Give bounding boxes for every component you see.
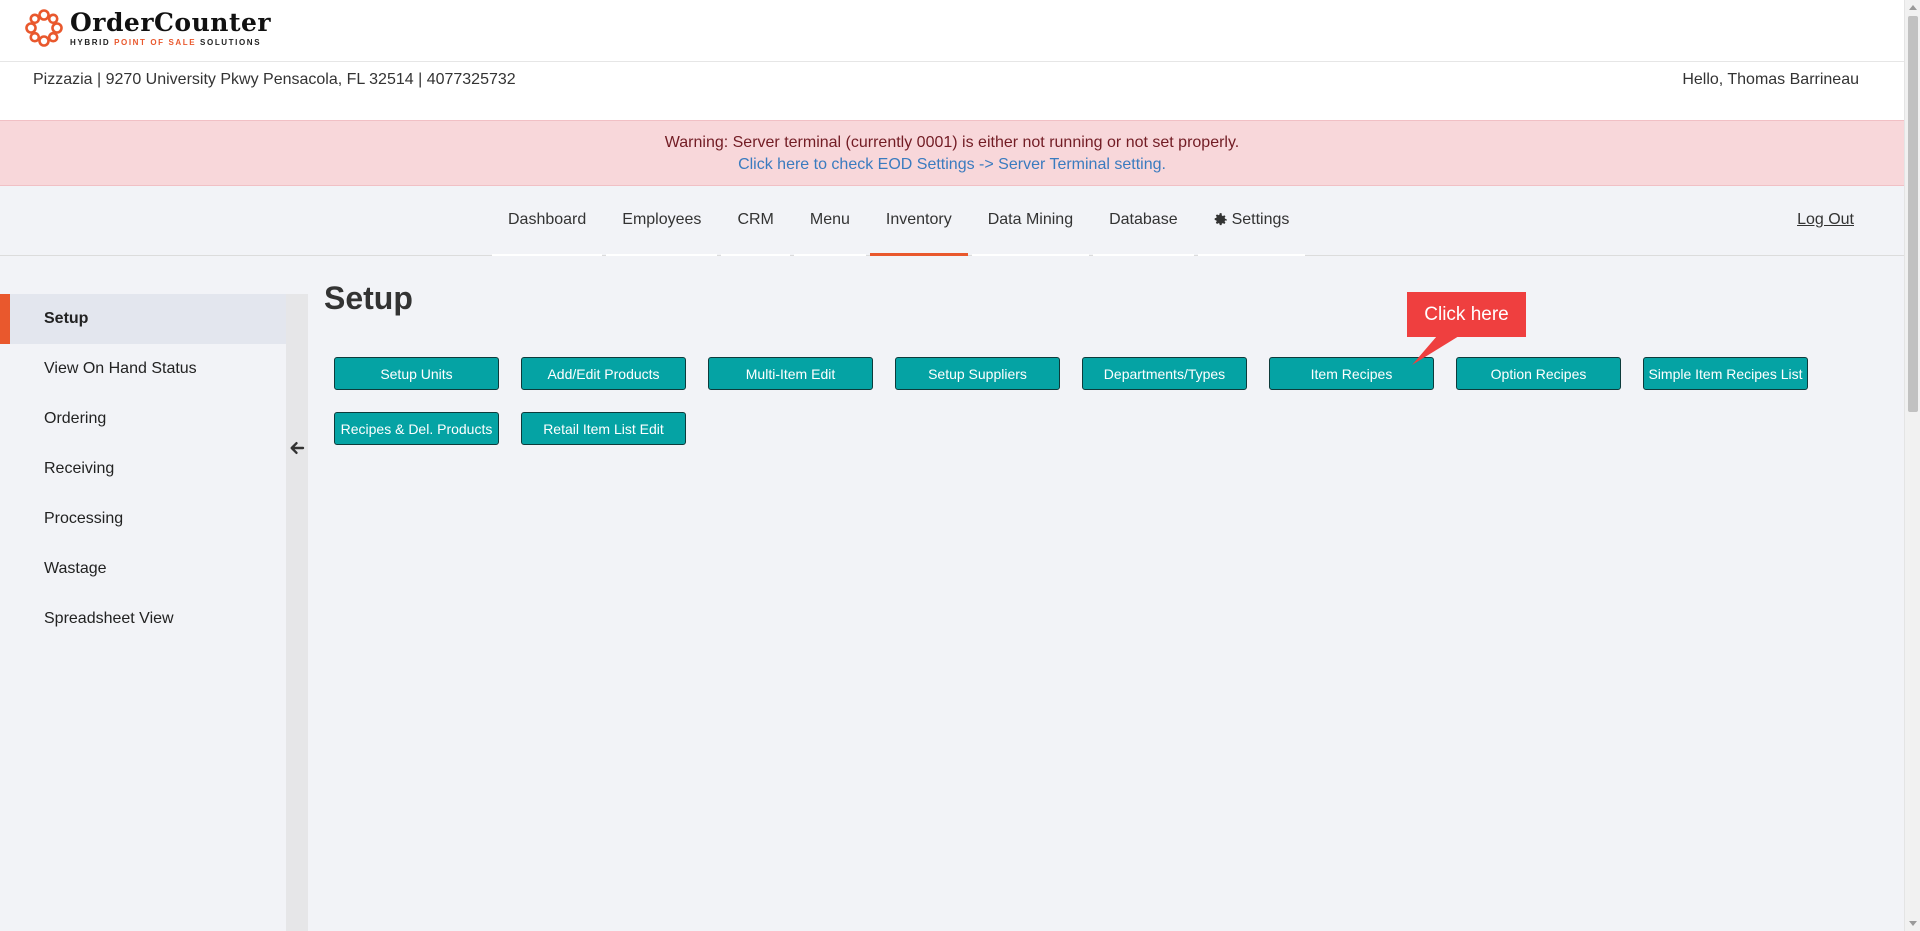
sidebar-collapse-strip[interactable]	[286, 294, 308, 931]
store-info-bar: Pizzazia | 9270 University Pkwy Pensacol…	[0, 62, 1904, 120]
page-scrollbar[interactable]	[1904, 0, 1920, 931]
inventory-sidebar: Setup View On Hand Status Ordering Recei…	[0, 294, 286, 931]
nav-inventory[interactable]: Inventory	[869, 186, 968, 256]
click-here-callout: Click here	[1407, 292, 1526, 337]
callout-pointer	[1412, 336, 1459, 365]
simple-item-recipes-list-button[interactable]: Simple Item Recipes List	[1643, 357, 1808, 390]
main-nav: Dashboard Employees CRM Menu Inventory D…	[0, 186, 1904, 256]
logo-mark-icon	[25, 9, 63, 47]
departments-types-button[interactable]: Departments/Types	[1082, 357, 1247, 390]
sidebar-item-wastage[interactable]: Wastage	[0, 544, 286, 594]
scroll-up-arrow-icon[interactable]	[1909, 5, 1917, 10]
sidebar-item-processing[interactable]: Processing	[0, 494, 286, 544]
gear-icon	[1214, 213, 1227, 226]
logo-tagline: HYBRID POINT OF SALE SOLUTIONS	[70, 37, 262, 47]
setup-suppliers-button[interactable]: Setup Suppliers	[895, 357, 1060, 390]
store-info: Pizzazia | 9270 University Pkwy Pensacol…	[33, 71, 516, 88]
page-title: Setup	[324, 280, 413, 316]
ordercounter-logo[interactable]: OrderCounter HYBRID POINT OF SALE SOLUTI…	[24, 4, 271, 52]
nav-database[interactable]: Database	[1093, 186, 1194, 256]
add-edit-products-button[interactable]: Add/Edit Products	[521, 357, 686, 390]
nav-crm[interactable]: CRM	[721, 186, 790, 256]
nav-menu[interactable]: Menu	[793, 186, 866, 256]
sidebar-item-spreadsheet-view[interactable]: Spreadsheet View	[0, 594, 286, 644]
server-warning-banner: Warning: Server terminal (currently 0001…	[0, 120, 1904, 186]
nav-employees[interactable]: Employees	[606, 186, 718, 256]
logo-wordmark: OrderCounter	[70, 7, 272, 37]
arrow-left-icon[interactable]	[289, 440, 305, 456]
setup-units-button[interactable]: Setup Units	[334, 357, 499, 390]
warning-message: Warning: Server terminal (currently 0001…	[664, 134, 1240, 151]
sidebar-item-receiving[interactable]: Receiving	[0, 444, 286, 494]
retail-item-list-edit-button[interactable]: Retail Item List Edit	[521, 412, 686, 445]
logout-link[interactable]: Log Out	[1797, 211, 1854, 229]
multi-item-edit-button[interactable]: Multi-Item Edit	[708, 357, 873, 390]
sidebar-item-ordering[interactable]: Ordering	[0, 394, 286, 444]
top-header: OrderCounter HYBRID POINT OF SALE SOLUTI…	[0, 0, 1904, 62]
nav-data-mining[interactable]: Data Mining	[971, 186, 1090, 256]
scrollbar-thumb[interactable]	[1908, 16, 1918, 412]
nav-settings[interactable]: Settings	[1197, 186, 1306, 256]
user-greeting: Hello, Thomas Barrineau	[1682, 71, 1859, 88]
nav-dashboard[interactable]: Dashboard	[492, 186, 603, 256]
eod-settings-link[interactable]: Click here to check EOD Settings -> Serv…	[0, 154, 1904, 176]
scroll-down-arrow-icon[interactable]	[1909, 921, 1917, 926]
recipes-del-products-button[interactable]: Recipes & Del. Products	[334, 412, 499, 445]
sidebar-item-setup[interactable]: Setup	[0, 294, 286, 344]
sidebar-item-view-on-hand-status[interactable]: View On Hand Status	[0, 344, 286, 394]
